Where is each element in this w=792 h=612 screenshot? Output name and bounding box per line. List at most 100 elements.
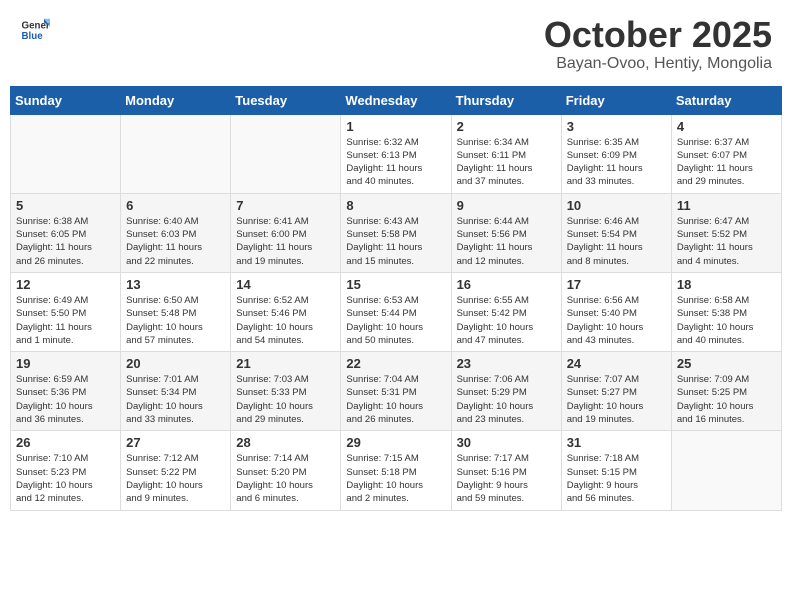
day-info: Sunrise: 6:44 AM Sunset: 5:56 PM Dayligh…	[457, 215, 556, 268]
day-info: Sunrise: 7:14 AM Sunset: 5:20 PM Dayligh…	[236, 452, 335, 505]
day-number: 30	[457, 435, 556, 450]
day-info: Sunrise: 6:56 AM Sunset: 5:40 PM Dayligh…	[567, 294, 666, 347]
calendar-table: SundayMondayTuesdayWednesdayThursdayFrid…	[10, 86, 782, 511]
calendar-day: 27Sunrise: 7:12 AM Sunset: 5:22 PM Dayli…	[121, 431, 231, 510]
weekday-header-tuesday: Tuesday	[231, 86, 341, 114]
weekday-header-thursday: Thursday	[451, 86, 561, 114]
calendar-day: 19 Sunrise: 6:59 AM Sunset: 5:36 PM Dayli…	[11, 352, 121, 431]
day-info: Sunrise: 6:47 AM Sunset: 5:52 PM Dayligh…	[677, 215, 776, 268]
calendar-day: 13 Sunrise: 6:50 AM Sunset: 5:48 PM Dayli…	[121, 272, 231, 351]
weekday-header-friday: Friday	[561, 86, 671, 114]
weekday-header-row: SundayMondayTuesdayWednesdayThursdayFrid…	[11, 86, 782, 114]
day-info: Sunrise: 7:10 AM Sunset: 5:23 PM Dayligh…	[16, 452, 115, 505]
day-info: Sunrise: 6:49 AM Sunset: 5:50 PM Dayligh…	[16, 294, 115, 347]
title-section: October 2025 Bayan-Ovoo, Hentiy, Mongoli…	[544, 15, 772, 73]
day-info: Sunrise: 6:58 AM Sunset: 5:38 PM Dayligh…	[677, 294, 776, 347]
calendar-day: 24Sunrise: 7:07 AM Sunset: 5:27 PM Dayli…	[561, 352, 671, 431]
day-info: Sunrise: 6:59 AM Sunset: 5:36 PM Dayligh…	[16, 373, 115, 426]
day-number: 26	[16, 435, 115, 450]
calendar-day: 15Sunrise: 6:53 AM Sunset: 5:44 PM Dayli…	[341, 272, 451, 351]
day-number: 28	[236, 435, 335, 450]
calendar-week-3: 12 Sunrise: 6:49 AM Sunset: 5:50 PM Dayli…	[11, 272, 782, 351]
calendar-day: 12 Sunrise: 6:49 AM Sunset: 5:50 PM Dayli…	[11, 272, 121, 351]
calendar-day: 17 Sunrise: 6:56 AM Sunset: 5:40 PM Dayli…	[561, 272, 671, 351]
day-number: 29	[346, 435, 445, 450]
calendar-day: 14 Sunrise: 6:52 AM Sunset: 5:46 PM Dayli…	[231, 272, 341, 351]
logo: General Blue	[20, 15, 52, 45]
day-number: 13	[126, 277, 225, 292]
calendar-day: 21 Sunrise: 7:03 AM Sunset: 5:33 PM Dayli…	[231, 352, 341, 431]
calendar-day: 23Sunrise: 7:06 AM Sunset: 5:29 PM Dayli…	[451, 352, 561, 431]
day-info: Sunrise: 7:12 AM Sunset: 5:22 PM Dayligh…	[126, 452, 225, 505]
day-number: 10	[567, 198, 666, 213]
calendar-day: 11Sunrise: 6:47 AM Sunset: 5:52 PM Dayli…	[671, 193, 781, 272]
calendar-day	[121, 114, 231, 193]
calendar-day: 10 Sunrise: 6:46 AM Sunset: 5:54 PM Dayli…	[561, 193, 671, 272]
day-number: 21	[236, 356, 335, 371]
day-info: Sunrise: 7:18 AM Sunset: 5:15 PM Dayligh…	[567, 452, 666, 505]
day-info: Sunrise: 6:41 AM Sunset: 6:00 PM Dayligh…	[236, 215, 335, 268]
day-number: 17	[567, 277, 666, 292]
day-number: 14	[236, 277, 335, 292]
day-info: Sunrise: 6:50 AM Sunset: 5:48 PM Dayligh…	[126, 294, 225, 347]
calendar-day: 22 Sunrise: 7:04 AM Sunset: 5:31 PM Dayli…	[341, 352, 451, 431]
day-number: 2	[457, 119, 556, 134]
day-number: 5	[16, 198, 115, 213]
day-number: 31	[567, 435, 666, 450]
day-number: 22	[346, 356, 445, 371]
day-number: 18	[677, 277, 776, 292]
weekday-header-wednesday: Wednesday	[341, 86, 451, 114]
calendar-day	[671, 431, 781, 510]
location-subtitle: Bayan-Ovoo, Hentiy, Mongolia	[544, 55, 772, 73]
day-info: Sunrise: 6:55 AM Sunset: 5:42 PM Dayligh…	[457, 294, 556, 347]
day-info: Sunrise: 7:01 AM Sunset: 5:34 PM Dayligh…	[126, 373, 225, 426]
day-info: Sunrise: 7:03 AM Sunset: 5:33 PM Dayligh…	[236, 373, 335, 426]
calendar-day: 5 Sunrise: 6:38 AM Sunset: 6:05 PM Daylig…	[11, 193, 121, 272]
day-number: 25	[677, 356, 776, 371]
day-info: Sunrise: 6:43 AM Sunset: 5:58 PM Dayligh…	[346, 215, 445, 268]
day-info: Sunrise: 6:34 AM Sunset: 6:11 PM Dayligh…	[457, 136, 556, 189]
weekday-header-sunday: Sunday	[11, 86, 121, 114]
calendar-week-4: 19 Sunrise: 6:59 AM Sunset: 5:36 PM Dayli…	[11, 352, 782, 431]
calendar-day: 26 Sunrise: 7:10 AM Sunset: 5:23 PM Dayli…	[11, 431, 121, 510]
calendar-day: 3 Sunrise: 6:35 AM Sunset: 6:09 PM Daylig…	[561, 114, 671, 193]
calendar-day	[11, 114, 121, 193]
day-number: 3	[567, 119, 666, 134]
day-number: 1	[346, 119, 445, 134]
calendar-day: 2 Sunrise: 6:34 AM Sunset: 6:11 PM Daylig…	[451, 114, 561, 193]
calendar-day: 30 Sunrise: 7:17 AM Sunset: 5:16 PM Dayli…	[451, 431, 561, 510]
day-info: Sunrise: 7:04 AM Sunset: 5:31 PM Dayligh…	[346, 373, 445, 426]
calendar-day: 7 Sunrise: 6:41 AM Sunset: 6:00 PM Daylig…	[231, 193, 341, 272]
calendar-week-5: 26 Sunrise: 7:10 AM Sunset: 5:23 PM Dayli…	[11, 431, 782, 510]
day-number: 9	[457, 198, 556, 213]
logo-icon: General Blue	[20, 15, 50, 45]
calendar-day: 29 Sunrise: 7:15 AM Sunset: 5:18 PM Dayli…	[341, 431, 451, 510]
calendar-week-2: 5 Sunrise: 6:38 AM Sunset: 6:05 PM Daylig…	[11, 193, 782, 272]
month-title: October 2025	[544, 15, 772, 55]
calendar-day: 31 Sunrise: 7:18 AM Sunset: 5:15 PM Dayli…	[561, 431, 671, 510]
day-info: Sunrise: 6:37 AM Sunset: 6:07 PM Dayligh…	[677, 136, 776, 189]
calendar-day: 18 Sunrise: 6:58 AM Sunset: 5:38 PM Dayli…	[671, 272, 781, 351]
weekday-header-saturday: Saturday	[671, 86, 781, 114]
calendar-day: 28 Sunrise: 7:14 AM Sunset: 5:20 PM Dayli…	[231, 431, 341, 510]
day-info: Sunrise: 7:15 AM Sunset: 5:18 PM Dayligh…	[346, 452, 445, 505]
day-number: 4	[677, 119, 776, 134]
calendar-day: 25Sunrise: 7:09 AM Sunset: 5:25 PM Dayli…	[671, 352, 781, 431]
page-header: General Blue October 2025 Bayan-Ovoo, He…	[10, 10, 782, 78]
day-number: 6	[126, 198, 225, 213]
day-number: 19	[16, 356, 115, 371]
calendar-day	[231, 114, 341, 193]
calendar-week-1: 1Sunrise: 6:32 AM Sunset: 6:13 PM Daylig…	[11, 114, 782, 193]
day-info: Sunrise: 6:35 AM Sunset: 6:09 PM Dayligh…	[567, 136, 666, 189]
calendar-day: 20Sunrise: 7:01 AM Sunset: 5:34 PM Dayli…	[121, 352, 231, 431]
day-info: Sunrise: 6:52 AM Sunset: 5:46 PM Dayligh…	[236, 294, 335, 347]
day-number: 12	[16, 277, 115, 292]
calendar-day: 1Sunrise: 6:32 AM Sunset: 6:13 PM Daylig…	[341, 114, 451, 193]
day-number: 7	[236, 198, 335, 213]
day-info: Sunrise: 6:46 AM Sunset: 5:54 PM Dayligh…	[567, 215, 666, 268]
day-number: 23	[457, 356, 556, 371]
day-info: Sunrise: 6:53 AM Sunset: 5:44 PM Dayligh…	[346, 294, 445, 347]
day-info: Sunrise: 6:38 AM Sunset: 6:05 PM Dayligh…	[16, 215, 115, 268]
day-info: Sunrise: 7:07 AM Sunset: 5:27 PM Dayligh…	[567, 373, 666, 426]
day-info: Sunrise: 7:17 AM Sunset: 5:16 PM Dayligh…	[457, 452, 556, 505]
